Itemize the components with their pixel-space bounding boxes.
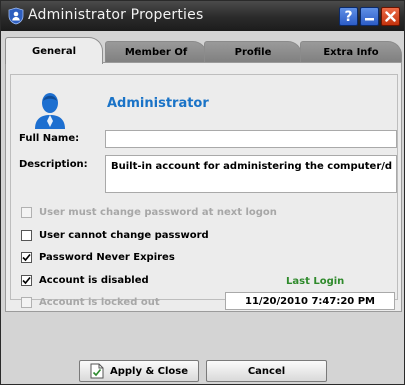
tab-profile[interactable]: Profile — [204, 41, 302, 63]
tab-label: Extra Info — [323, 47, 379, 58]
tab-member-of[interactable]: Member Of — [105, 41, 207, 63]
properties-window: Administrator Properties ? General Membe… — [0, 0, 405, 385]
last-login-value: 11/20/2010 7:47:20 PM — [225, 292, 395, 310]
user-name-heading: Administrator — [107, 96, 209, 111]
tab-label: Profile — [234, 47, 272, 58]
cancel-button[interactable]: Cancel — [206, 360, 327, 382]
minimize-icon — [365, 18, 374, 21]
tab-extra-info[interactable]: Extra Info — [300, 41, 402, 63]
cancel-label: Cancel — [247, 365, 286, 377]
checkbox-box[interactable] — [21, 296, 32, 308]
tab-strip: General Member Of Profile Extra Info — [5, 37, 402, 64]
general-content: Administrator Full Name: Description: Bu… — [10, 74, 398, 310]
tab-label: Member Of — [124, 47, 188, 58]
close-button[interactable] — [381, 7, 400, 26]
checkbox-label: User cannot change password — [39, 229, 209, 241]
checkbox-box[interactable] — [21, 274, 32, 286]
user-avatar-icon — [35, 93, 65, 129]
checkbox-cannot-change-password[interactable]: User cannot change password — [21, 228, 209, 242]
checkbox-account-locked-out[interactable]: Account is locked out — [21, 295, 160, 309]
close-icon — [385, 11, 396, 22]
apply-close-button[interactable]: Apply & Close — [79, 360, 199, 382]
check-icon — [22, 253, 31, 261]
apply-close-label: Apply & Close — [109, 365, 189, 377]
full-name-label: Full Name: — [19, 133, 80, 144]
checkbox-box[interactable] — [21, 206, 32, 218]
full-name-field[interactable] — [105, 130, 397, 148]
last-login-label: Last Login — [286, 276, 345, 287]
checkbox-label: Password Never Expires — [39, 251, 175, 263]
check-icon — [22, 276, 31, 284]
title-bar[interactable]: Administrator Properties ? — [1, 1, 404, 31]
tab-general[interactable]: General — [5, 37, 103, 64]
checkbox-box[interactable] — [21, 229, 32, 241]
minimize-button[interactable] — [360, 7, 379, 26]
tab-label: General — [32, 45, 76, 57]
window-title: Administrator Properties — [28, 7, 204, 23]
checkbox-label: User must change password at next logon — [39, 206, 277, 218]
description-label: Description: — [19, 159, 88, 170]
help-button[interactable]: ? — [339, 7, 358, 26]
description-text: Built-in account for administering the c… — [111, 161, 392, 172]
document-check-icon — [90, 363, 104, 379]
checkbox-label: Account is locked out — [39, 296, 160, 308]
checkbox-label: Account is disabled — [39, 274, 149, 286]
checkbox-account-disabled[interactable]: Account is disabled — [21, 273, 149, 287]
checkbox-must-change-password[interactable]: User must change password at next logon — [21, 205, 277, 219]
general-tab-panel: Administrator Full Name: Description: Bu… — [5, 62, 402, 312]
checkbox-password-never-expires[interactable]: Password Never Expires — [21, 250, 175, 264]
description-field[interactable]: Built-in account for administering the c… — [105, 155, 397, 193]
help-icon: ? — [344, 8, 353, 25]
checkbox-box[interactable] — [21, 251, 32, 263]
shield-user-icon — [8, 7, 24, 25]
